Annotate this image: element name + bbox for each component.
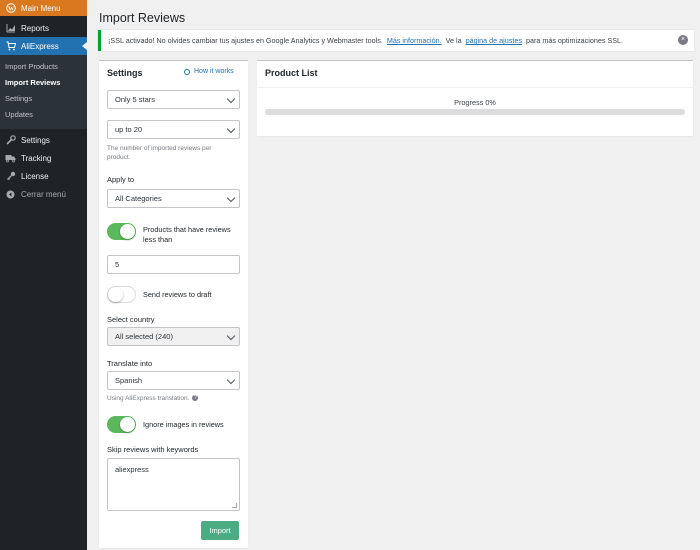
submenu-updates[interactable]: Updates — [0, 107, 87, 123]
translate-hint: Using AliExpress translation.? — [107, 394, 199, 403]
main-content: Import Reviews ¡SSL activado! No olvides… — [87, 0, 700, 550]
how-it-works-label: How it works — [194, 68, 234, 75]
send-to-draft-label: Send reviews to draft — [143, 290, 212, 299]
menu-aliexpress-label: AliExpress — [21, 41, 59, 51]
reviews-less-than-value: 5 — [115, 260, 120, 269]
resize-handle-icon[interactable] — [232, 503, 237, 508]
apply-to-select[interactable]: All Categories — [107, 189, 240, 208]
svg-text:W: W — [8, 6, 14, 12]
close-icon[interactable]: × — [678, 35, 688, 45]
how-it-works-link[interactable]: How it works — [184, 68, 234, 75]
toggle-knob — [120, 417, 135, 432]
settings-title: Settings — [107, 68, 143, 78]
apply-to-select-value: All Categories — [115, 194, 162, 203]
ignore-images-toggle[interactable] — [107, 416, 136, 433]
country-label: Select country — [107, 315, 155, 324]
keywords-value: aliexpress — [115, 465, 149, 474]
toggle-knob — [108, 287, 123, 302]
reviews-less-than-input[interactable]: 5 — [107, 255, 240, 274]
progress-bar — [265, 109, 685, 115]
progress-text: Progress 0% — [454, 98, 496, 107]
notice-text-2: Ve la — [445, 36, 462, 45]
settings-panel: Settings How it works Only 5 stars up to… — [99, 60, 248, 548]
product-list-title: Product List — [265, 68, 318, 78]
chart-icon — [5, 23, 16, 34]
rating-select[interactable]: Only 5 stars — [107, 90, 240, 109]
keywords-textarea[interactable]: aliexpress — [107, 458, 240, 511]
translate-label: Translate into — [107, 359, 153, 368]
translate-select-value: Spanish — [115, 376, 143, 385]
country-select-value: All selected (240) — [115, 332, 173, 341]
menu-settings[interactable]: Settings — [0, 131, 87, 149]
notice-more-info-link[interactable]: Más información. — [387, 36, 442, 45]
submenu-settings[interactable]: Settings — [0, 91, 87, 107]
send-to-draft-toggle[interactable] — [107, 286, 136, 303]
truck-icon — [5, 153, 16, 164]
menu-license[interactable]: License — [0, 167, 87, 185]
count-select-value: up to 20 — [115, 125, 143, 134]
menu-license-label: License — [21, 171, 49, 181]
translate-select[interactable]: Spanish — [107, 371, 240, 390]
key-icon — [5, 171, 16, 182]
menu-reports[interactable]: Reports — [0, 19, 87, 37]
rating-select-value: Only 5 stars — [115, 95, 156, 104]
chevron-down-icon — [226, 193, 236, 203]
chevron-down-icon — [226, 124, 236, 134]
chevron-down-icon — [226, 375, 236, 385]
apply-to-label: Apply to — [107, 175, 135, 184]
reviews-less-than-label: Products that have reviews less than — [143, 225, 231, 244]
country-select[interactable]: All selected (240) — [107, 327, 240, 346]
help-circle-icon — [184, 68, 190, 75]
notice-text-1: ¡SSL activado! No olvides cambiar tus aj… — [108, 36, 383, 45]
notice-settings-link[interactable]: página de ajustes — [466, 36, 522, 45]
panel-divider — [257, 87, 693, 88]
wordpress-icon: W — [5, 3, 16, 14]
aliexpress-submenu: Import Products Import Reviews Settings … — [0, 55, 87, 129]
cart-icon — [5, 41, 16, 52]
reviews-less-than-toggle[interactable] — [107, 223, 136, 240]
product-list-panel: Product List Progress 0% — [257, 60, 693, 136]
import-button[interactable]: Import — [201, 521, 239, 540]
menu-collapse[interactable]: Cerrar menú — [0, 185, 87, 203]
chevron-down-icon — [226, 331, 236, 341]
menu-reports-label: Reports — [21, 23, 50, 33]
menu-collapse-label: Cerrar menú — [21, 189, 66, 199]
toggle-knob — [120, 224, 135, 239]
admin-sidebar: W Main Menu Reports AliExpress Import Pr… — [0, 0, 87, 550]
menu-aliexpress[interactable]: AliExpress — [0, 37, 87, 55]
translate-hint-text: Using AliExpress translation. — [107, 395, 190, 402]
wrench-icon — [5, 135, 16, 146]
question-icon[interactable]: ? — [192, 395, 199, 402]
count-select[interactable]: up to 20 — [107, 120, 240, 139]
menu-main-menu[interactable]: W Main Menu — [0, 0, 87, 16]
submenu-import-products[interactable]: Import Products — [0, 59, 87, 75]
collapse-icon — [5, 189, 16, 200]
notice-text-3: para más optimizaciones SSL. — [525, 36, 624, 45]
chevron-down-icon — [226, 94, 236, 104]
menu-tracking[interactable]: Tracking — [0, 149, 87, 167]
menu-settings-label: Settings — [21, 135, 50, 145]
ignore-images-label: Ignore images in reviews — [143, 420, 224, 429]
keywords-label: Skip reviews with keywords — [107, 445, 199, 454]
page-title: Import Reviews — [99, 11, 186, 25]
count-hint: The number of imported reviews per produ… — [107, 145, 212, 161]
menu-main-menu-label: Main Menu — [21, 3, 61, 13]
submenu-import-reviews[interactable]: Import Reviews — [0, 75, 87, 91]
ssl-notice: ¡SSL activado! No olvides cambiar tus aj… — [98, 30, 694, 51]
menu-tracking-label: Tracking — [21, 153, 52, 163]
